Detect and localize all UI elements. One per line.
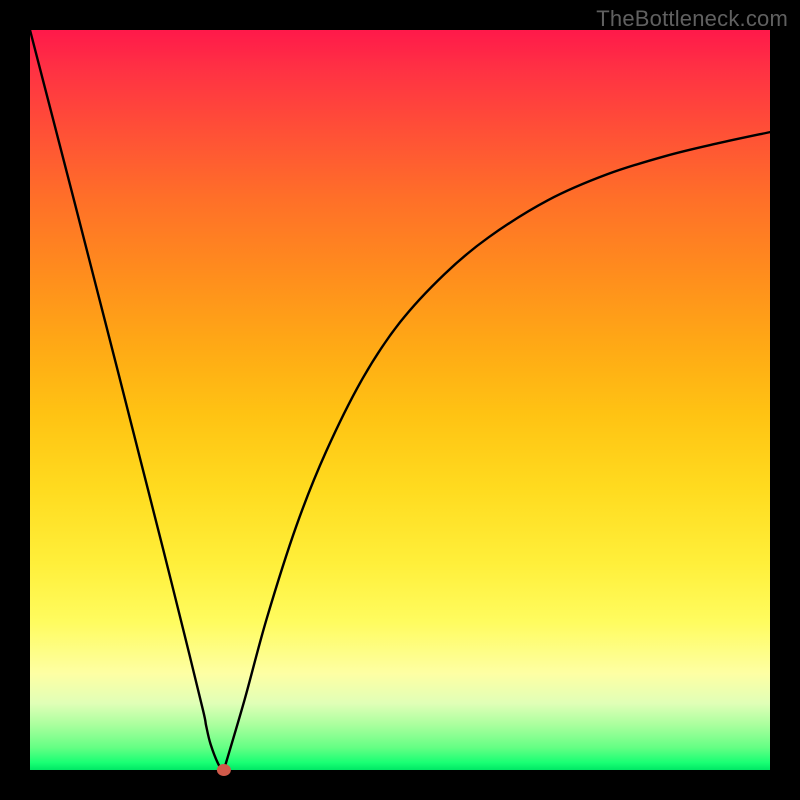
watermark-text: TheBottleneck.com <box>596 6 788 32</box>
curve-right-branch <box>224 132 770 770</box>
chart-plot-area <box>30 30 770 770</box>
minimum-marker <box>217 764 231 776</box>
curve-left-branch <box>30 30 224 770</box>
chart-svg <box>30 30 770 770</box>
